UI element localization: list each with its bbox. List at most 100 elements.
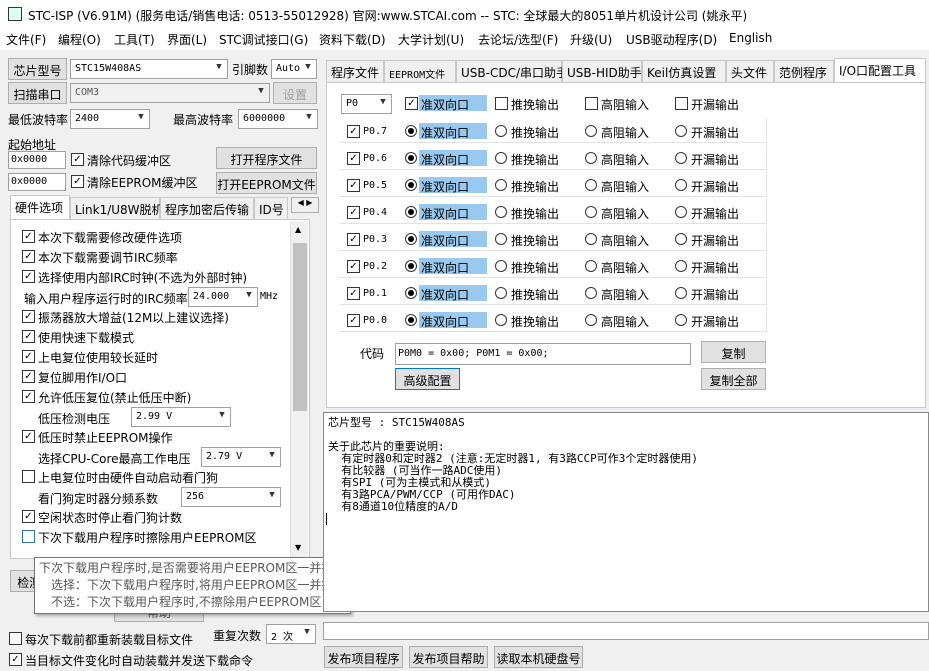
- tab-encrypt[interactable]: 程序加密后传输: [160, 197, 254, 219]
- menu-university[interactable]: 大学计划(U): [398, 31, 464, 48]
- tab-id[interactable]: ID号: [254, 197, 288, 219]
- pin-count-select[interactable]: Auto ▼: [271, 59, 317, 79]
- options-scrollbar[interactable]: ▲ ▼: [290, 221, 308, 557]
- pin-mode-radio[interactable]: [675, 206, 687, 218]
- open-program-file-button[interactable]: 打开程序文件: [216, 147, 317, 169]
- tab-program-file[interactable]: 程序文件: [326, 60, 384, 82]
- cpu-voltage-select[interactable]: 2.79 V ▼: [201, 447, 281, 467]
- header-opendrain-checkbox[interactable]: [675, 97, 688, 110]
- pin-mode-radio[interactable]: [675, 233, 687, 245]
- pin-mode-radio[interactable]: [495, 260, 507, 272]
- option-adjust-irc-checkbox[interactable]: ✓: [22, 250, 35, 263]
- chip-type-button[interactable]: 芯片型号: [8, 58, 67, 80]
- pin-enable-checkbox[interactable]: ✓: [347, 125, 360, 138]
- option-osc-gain-checkbox[interactable]: ✓: [22, 310, 35, 323]
- menu-upgrade[interactable]: 升级(U): [570, 31, 612, 48]
- menu-english[interactable]: English: [729, 31, 772, 45]
- scroll-down-icon[interactable]: ▼: [295, 543, 301, 552]
- tab-examples[interactable]: 范例程序: [774, 60, 834, 82]
- pin-mode-radio[interactable]: [675, 260, 687, 272]
- code-output-field[interactable]: P0M0 = 0x00; P0M1 = 0x00;: [395, 343, 691, 365]
- pin-mode-radio[interactable]: [495, 206, 507, 218]
- option-reset-io-checkbox[interactable]: ✓: [22, 370, 35, 383]
- tab-keil[interactable]: Keil仿真设置: [642, 60, 726, 82]
- copy-all-button[interactable]: 复制全部: [701, 368, 766, 390]
- irc-frequency-select[interactable]: 24.000 ▼: [188, 287, 258, 307]
- pin-enable-checkbox[interactable]: ✓: [347, 233, 360, 246]
- pin-mode-radio[interactable]: [585, 206, 597, 218]
- scroll-up-icon[interactable]: ▲: [295, 225, 301, 234]
- max-baud-select[interactable]: 6000000 ▼: [238, 109, 318, 129]
- pin-mode-radio[interactable]: [495, 287, 507, 299]
- reload-each-checkbox[interactable]: [9, 632, 22, 645]
- pin-mode-radio[interactable]: [585, 260, 597, 272]
- pin-enable-checkbox[interactable]: ✓: [347, 287, 360, 300]
- port-select[interactable]: COM3 ▼: [70, 83, 270, 103]
- pin-enable-checkbox[interactable]: ✓: [347, 179, 360, 192]
- pin-mode-radio[interactable]: [585, 314, 597, 326]
- copy-button[interactable]: 复制: [701, 341, 766, 363]
- scan-port-button[interactable]: 扫描串口: [8, 82, 67, 104]
- tab-usb-cdc[interactable]: USB-CDC/串口助手: [456, 60, 568, 82]
- option-disable-eeprom-checkbox[interactable]: ✓: [22, 430, 35, 443]
- pin-mode-radio[interactable]: [495, 125, 507, 137]
- header-highz-checkbox[interactable]: [585, 97, 598, 110]
- header-quasi-checkbox[interactable]: ✓: [405, 97, 418, 110]
- publish-program-button[interactable]: 发布项目程序: [324, 646, 403, 668]
- clear-code-checkbox[interactable]: ✓: [71, 153, 84, 166]
- menu-download[interactable]: 资料下载(D): [319, 31, 386, 48]
- pin-mode-radio[interactable]: [585, 125, 597, 137]
- pin-enable-checkbox[interactable]: ✓: [347, 206, 360, 219]
- publish-help-button[interactable]: 发布项目帮助: [409, 646, 488, 668]
- read-disk-id-button[interactable]: 读取本机硬盘号: [494, 646, 583, 668]
- open-eeprom-file-button[interactable]: 打开EEPROM文件: [216, 172, 317, 194]
- menu-forum[interactable]: 去论坛/选型(F): [478, 31, 558, 48]
- pin-enable-checkbox[interactable]: ✓: [347, 152, 360, 165]
- pin-mode-radio[interactable]: [675, 125, 687, 137]
- tab-link1[interactable]: Link1/U8W脱机: [70, 197, 164, 219]
- clear-eeprom-checkbox[interactable]: ✓: [71, 175, 84, 188]
- pin-mode-radio[interactable]: [585, 179, 597, 191]
- tab-io-config[interactable]: I/O口配置工具: [834, 58, 926, 82]
- option-internal-irc-checkbox[interactable]: ✓: [22, 270, 35, 283]
- menu-interface[interactable]: 界面(L): [167, 31, 207, 48]
- option-erase-eeprom-checkbox[interactable]: [22, 530, 35, 543]
- pin-mode-radio[interactable]: [405, 233, 417, 245]
- pin-mode-radio[interactable]: [675, 314, 687, 326]
- code-address-input[interactable]: 0x0000: [8, 151, 66, 169]
- tab-header[interactable]: 头文件: [726, 60, 774, 82]
- port-select-p0[interactable]: P0 ▼: [341, 94, 392, 114]
- pin-mode-radio[interactable]: [405, 206, 417, 218]
- pin-mode-radio[interactable]: [405, 287, 417, 299]
- pin-mode-radio[interactable]: [495, 179, 507, 191]
- pin-mode-radio[interactable]: [405, 125, 417, 137]
- pin-mode-radio[interactable]: [675, 179, 687, 191]
- settings-button[interactable]: 设置: [273, 82, 317, 104]
- menu-usb-driver[interactable]: USB驱动程序(D): [626, 31, 717, 48]
- menu-debug[interactable]: STC调试接口(G): [219, 31, 308, 48]
- pin-mode-radio[interactable]: [405, 152, 417, 164]
- option-auto-watchdog-checkbox[interactable]: [22, 470, 35, 483]
- tab-usb-hid[interactable]: USB-HID助手: [562, 60, 642, 82]
- option-fast-download-checkbox[interactable]: ✓: [22, 330, 35, 343]
- option-modify-hw-checkbox[interactable]: ✓: [22, 230, 35, 243]
- pin-mode-radio[interactable]: [585, 152, 597, 164]
- pin-enable-checkbox[interactable]: ✓: [347, 260, 360, 273]
- low-voltage-select[interactable]: 2.99 V ▼: [131, 407, 231, 427]
- menu-file[interactable]: 文件(F): [6, 31, 46, 48]
- option-low-voltage-reset-checkbox[interactable]: ✓: [22, 390, 35, 403]
- tab-hardware-options[interactable]: 硬件选项: [10, 195, 70, 219]
- min-baud-select[interactable]: 2400 ▼: [70, 109, 150, 129]
- repeat-count-select[interactable]: 2 次 ▼: [266, 624, 316, 644]
- pin-mode-radio[interactable]: [405, 260, 417, 272]
- pin-mode-radio[interactable]: [585, 233, 597, 245]
- pin-mode-radio[interactable]: [675, 152, 687, 164]
- scroll-thumb[interactable]: [293, 243, 307, 411]
- pin-mode-radio[interactable]: [495, 152, 507, 164]
- pin-mode-radio[interactable]: [495, 233, 507, 245]
- menu-program[interactable]: 编程(O): [58, 31, 101, 48]
- advanced-config-button[interactable]: 高级配置: [395, 368, 460, 390]
- header-pushpull-checkbox[interactable]: [495, 97, 508, 110]
- eeprom-address-input[interactable]: 0x0000: [8, 173, 66, 191]
- tab-eeprom-file[interactable]: EEPROM文件: [384, 60, 456, 82]
